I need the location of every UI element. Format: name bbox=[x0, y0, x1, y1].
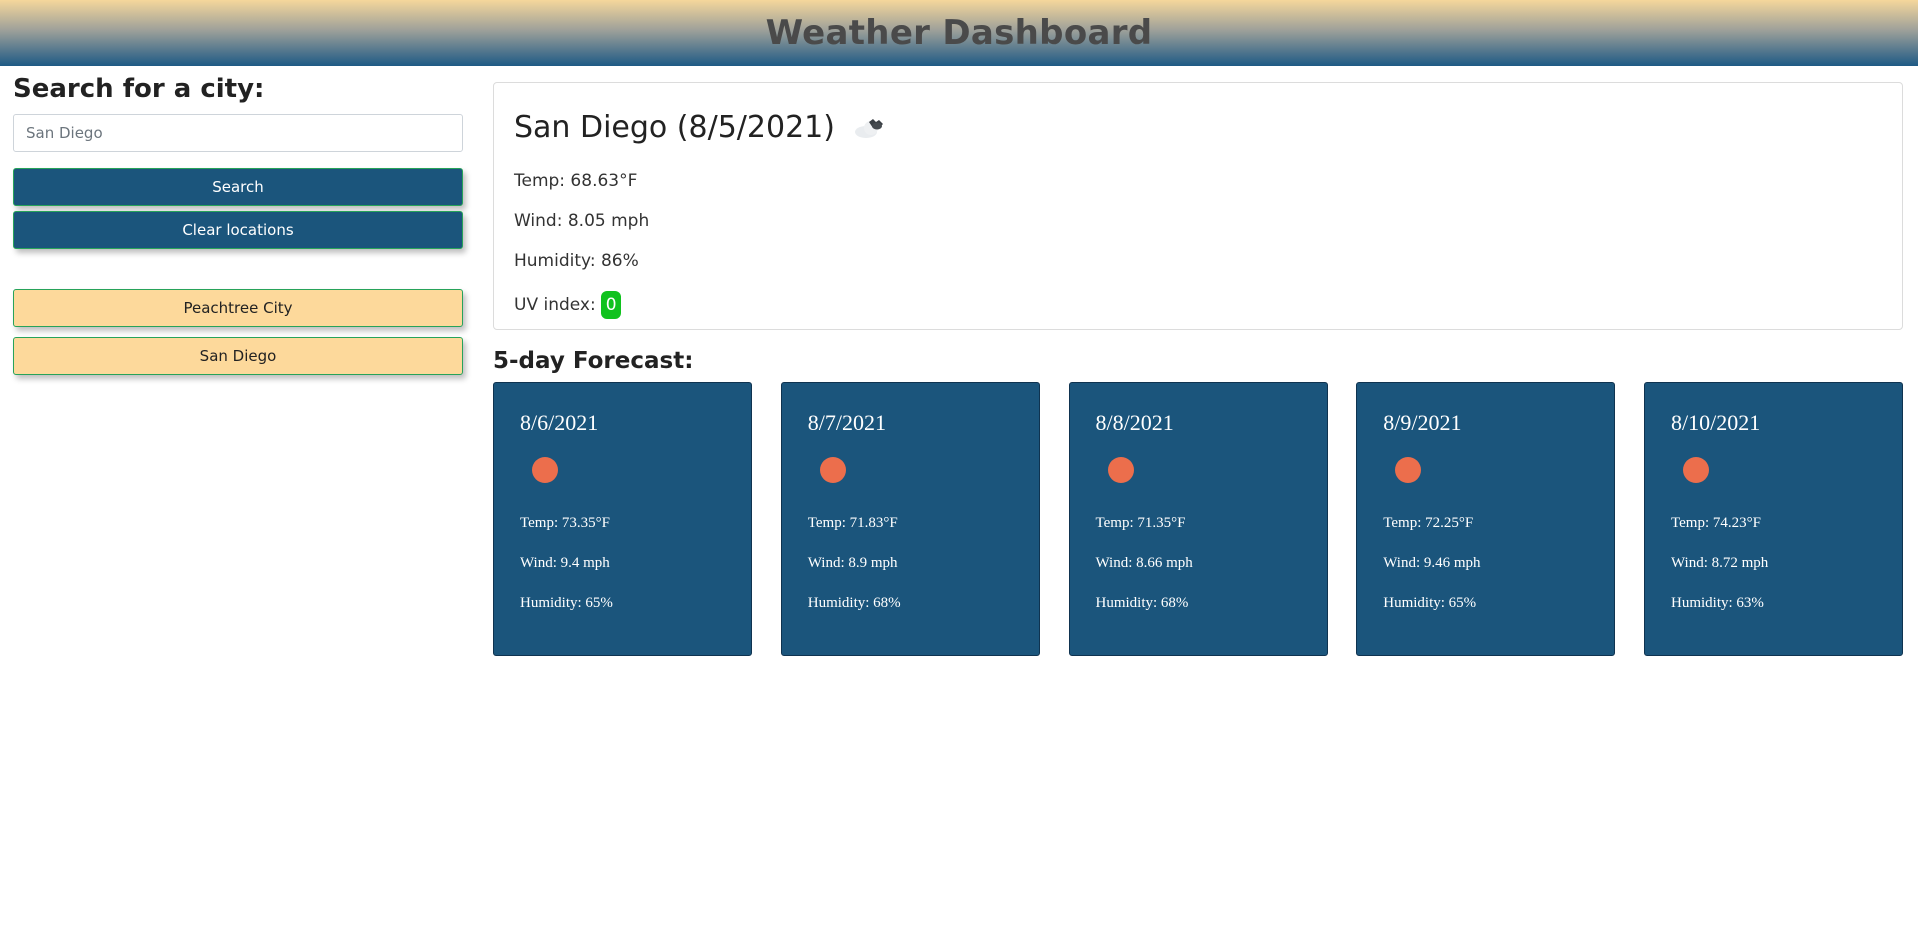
cloud-icon bbox=[849, 112, 889, 142]
app-header: Weather Dashboard bbox=[0, 0, 1918, 66]
forecast-card: 8/10/2021 Temp: 74.23°F Wind: 8.72 mph H… bbox=[1644, 382, 1903, 656]
search-history: Peachtree City San Diego bbox=[13, 289, 463, 375]
forecast-temp: Temp: 71.35°F bbox=[1095, 515, 1186, 531]
sidebar: Search for a city: Search Clear location… bbox=[13, 72, 463, 385]
current-city-date: San Diego (8/5/2021) bbox=[514, 109, 835, 145]
forecast-card: 8/7/2021 Temp: 71.83°F Wind: 8.9 mph Hum… bbox=[780, 382, 1040, 656]
forecast-humidity: Humidity: 63% bbox=[1671, 595, 1764, 611]
forecast-wind: Wind: 9.4 mph bbox=[520, 555, 610, 571]
sun-icon bbox=[1107, 457, 1134, 483]
forecast-wind: Wind: 8.9 mph bbox=[807, 555, 898, 571]
forecast-wind: Wind: 8.66 mph bbox=[1095, 555, 1193, 571]
page-title: Weather Dashboard bbox=[765, 13, 1153, 53]
forecast-card: 8/9/2021 Temp: 72.25°F Wind: 9.46 mph Hu… bbox=[1356, 382, 1616, 656]
forecast-wind: Wind: 8.72 mph bbox=[1671, 555, 1769, 571]
current-wind: Wind: 8.05 mph bbox=[514, 211, 650, 231]
forecast-row: 8/6/2021 Temp: 73.35°F Wind: 9.4 mph Hum… bbox=[493, 382, 1903, 656]
forecast-date: 8/6/2021 bbox=[520, 410, 599, 435]
forecast-temp: Temp: 72.25°F bbox=[1383, 515, 1474, 531]
forecast-heading: 5-day Forecast: bbox=[493, 348, 694, 374]
forecast-temp: Temp: 71.83°F bbox=[807, 515, 898, 531]
uv-label: UV index: bbox=[514, 295, 596, 315]
sun-icon bbox=[819, 457, 846, 483]
search-button[interactable]: Search bbox=[13, 168, 463, 206]
forecast-card: 8/8/2021 Temp: 71.35°F Wind: 8.66 mph Hu… bbox=[1068, 382, 1328, 656]
forecast-humidity: Humidity: 68% bbox=[1095, 595, 1189, 611]
uv-index-badge: 0 bbox=[601, 291, 622, 319]
forecast-humidity: Humidity: 68% bbox=[807, 595, 901, 611]
forecast-date: 8/8/2021 bbox=[1095, 410, 1174, 435]
forecast-date: 8/10/2021 bbox=[1671, 410, 1761, 435]
forecast-temp: Temp: 73.35°F bbox=[520, 515, 610, 531]
current-weather-card: San Diego (8/5/2021) Temp: 68.63°F Wind:… bbox=[493, 82, 1903, 330]
city-search-input[interactable] bbox=[13, 114, 463, 152]
current-uv-row: UV index: 0 bbox=[514, 291, 1882, 319]
history-city-button[interactable]: Peachtree City bbox=[13, 289, 463, 327]
sun-icon bbox=[1395, 457, 1422, 483]
forecast-date: 8/9/2021 bbox=[1383, 410, 1462, 435]
current-humidity: Humidity: 86% bbox=[514, 251, 639, 271]
current-temp: Temp: 68.63°F bbox=[514, 171, 638, 191]
clear-locations-button[interactable]: Clear locations bbox=[13, 211, 463, 249]
sun-icon bbox=[532, 457, 558, 483]
forecast-temp: Temp: 74.23°F bbox=[1671, 515, 1761, 531]
search-heading: Search for a city: bbox=[13, 74, 265, 104]
forecast-humidity: Humidity: 65% bbox=[520, 595, 613, 611]
forecast-date: 8/7/2021 bbox=[807, 410, 886, 435]
sun-icon bbox=[1683, 457, 1709, 483]
current-weather-header: San Diego (8/5/2021) bbox=[514, 107, 1882, 147]
forecast-card: 8/6/2021 Temp: 73.35°F Wind: 9.4 mph Hum… bbox=[493, 382, 752, 656]
forecast-wind: Wind: 9.46 mph bbox=[1383, 555, 1481, 571]
history-city-button[interactable]: San Diego bbox=[13, 337, 463, 375]
forecast-humidity: Humidity: 65% bbox=[1383, 595, 1477, 611]
